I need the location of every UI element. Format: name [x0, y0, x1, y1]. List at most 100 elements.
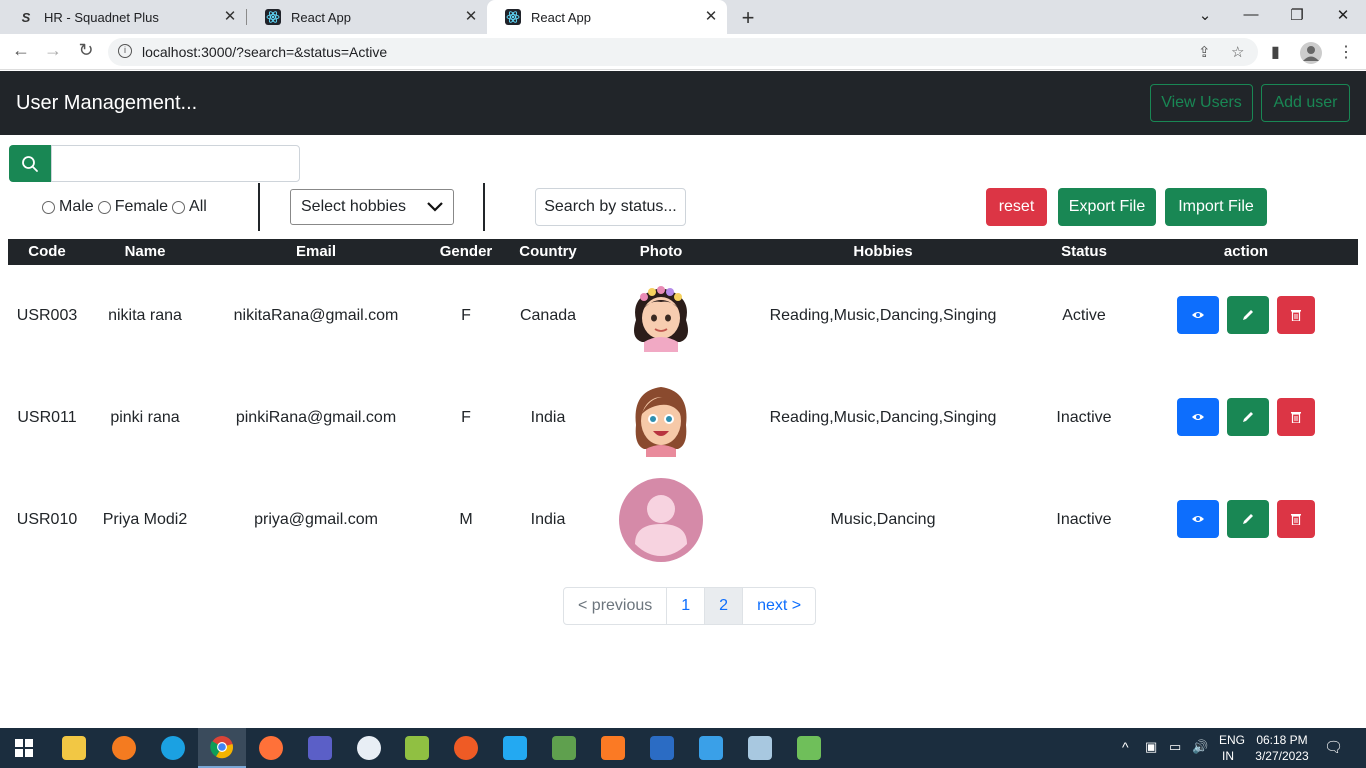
share-icon[interactable]: ⇪ — [1198, 43, 1211, 61]
firefox-icon[interactable] — [247, 728, 295, 768]
cell-name: pinki rana — [110, 409, 180, 426]
clock-time: 06:18 PM — [1256, 733, 1308, 747]
trash-icon — [1291, 514, 1301, 525]
bookmark-star-icon[interactable]: ☆ — [1231, 43, 1244, 61]
meet-now-icon[interactable]: ▣ — [1145, 739, 1157, 755]
windows-logo-icon — [15, 739, 33, 757]
export-file-button[interactable]: Export File — [1058, 188, 1156, 226]
view-user-button[interactable] — [1177, 296, 1219, 334]
volume-icon[interactable]: 🔊 — [1192, 739, 1208, 755]
reload-icon[interactable]: ↻ — [75, 40, 97, 61]
view-users-button[interactable]: View Users — [1150, 84, 1253, 122]
cell-status: Inactive — [1056, 409, 1112, 426]
cell-gender: F — [461, 409, 471, 426]
postman-icon[interactable] — [442, 728, 490, 768]
new-tab-icon[interactable]: + — [738, 5, 758, 31]
back-icon[interactable]: ← — [10, 40, 32, 61]
n-app-icon[interactable] — [100, 728, 148, 768]
language-indicator[interactable]: ENG IN — [1219, 733, 1245, 763]
app-navbar: User Management... View Users Add user — [0, 71, 1366, 135]
previous-page-button[interactable]: < previous — [564, 588, 668, 624]
reset-button[interactable]: reset — [986, 188, 1047, 226]
table-row: USR010 Priya Modi2 priya@gmail.com M Ind… — [8, 469, 1358, 571]
vscode-icon[interactable] — [491, 728, 539, 768]
file-explorer-icon[interactable] — [50, 728, 98, 768]
notifications-icon[interactable]: 🗨 — [1324, 738, 1343, 756]
gender-radio-male[interactable] — [42, 200, 55, 214]
profile-avatar-icon[interactable] — [1300, 42, 1322, 69]
start-button[interactable] — [0, 728, 48, 768]
import-file-button[interactable]: Import File — [1165, 188, 1267, 226]
xampp-icon[interactable] — [589, 728, 637, 768]
notes-app-icon[interactable] — [736, 728, 784, 768]
network-app-icon[interactable] — [638, 728, 686, 768]
cell-code: USR010 — [16, 511, 78, 528]
browser-tab-react-1[interactable]: React App ✕ — [247, 0, 487, 34]
tray-overflow-icon[interactable]: ^ — [1122, 739, 1129, 755]
gender-radio-female[interactable] — [97, 200, 111, 214]
eye-icon — [1192, 414, 1204, 420]
page-2-button[interactable]: 2 — [705, 588, 744, 624]
search-button[interactable] — [9, 145, 51, 182]
react-icon — [265, 9, 281, 25]
mail-app-icon[interactable] — [345, 728, 393, 768]
cell-hobbies: Music,Dancing — [830, 511, 936, 528]
notepad-plus-icon[interactable] — [393, 728, 441, 768]
chrome-icon[interactable] — [198, 728, 246, 768]
close-window-icon[interactable]: ✕ — [1333, 6, 1353, 24]
edge-icon[interactable] — [149, 728, 197, 768]
site-info-icon[interactable]: i — [118, 44, 132, 58]
cell-country: India — [530, 511, 566, 528]
add-user-button[interactable]: Add user — [1261, 84, 1350, 122]
pencil-icon — [1243, 310, 1253, 320]
browser-menu-icon[interactable]: ⋮ — [1338, 42, 1354, 62]
minimize-icon[interactable]: — — [1241, 6, 1261, 23]
status-search-button[interactable]: Search by status... — [535, 188, 686, 226]
nodejs-icon[interactable] — [540, 728, 588, 768]
header-action: action — [1223, 243, 1269, 260]
browser-tab-react-active[interactable]: React App ✕ — [487, 0, 727, 34]
close-tab-icon[interactable]: ✕ — [222, 9, 238, 25]
search-input[interactable] — [51, 145, 300, 182]
next-page-button[interactable]: next > — [743, 588, 815, 624]
table-row: USR003 nikita rana nikitaRana@gmail.com … — [8, 265, 1358, 367]
trash-icon — [1291, 412, 1301, 423]
page-1-button[interactable]: 1 — [667, 588, 706, 624]
delete-user-button[interactable] — [1277, 500, 1315, 538]
bolt-app-icon[interactable] — [687, 728, 735, 768]
restore-icon[interactable]: ❐ — [1287, 6, 1307, 24]
header-photo: Photo — [639, 243, 683, 260]
eye-icon — [1192, 312, 1204, 318]
clock[interactable]: 06:18 PM 3/27/2023 — [1255, 733, 1309, 763]
header-hobbies: Hobbies — [853, 243, 913, 260]
edit-user-button[interactable] — [1227, 296, 1269, 334]
view-user-button[interactable] — [1177, 500, 1219, 538]
clock-date: 3/27/2023 — [1255, 749, 1309, 763]
address-bar[interactable]: i localhost:3000/?search=&status=Active … — [108, 38, 1258, 66]
filter-divider — [483, 183, 485, 231]
network-icon[interactable]: ▭ — [1169, 739, 1181, 755]
forward-icon[interactable]: → — [42, 40, 64, 61]
edit-user-button[interactable] — [1227, 398, 1269, 436]
app-brand[interactable]: User Management... — [16, 92, 197, 115]
cell-email: pinkiRana@gmail.com — [235, 409, 397, 426]
delete-user-button[interactable] — [1277, 296, 1315, 334]
gender-radio-all[interactable] — [172, 200, 186, 214]
tab-title: React App — [291, 9, 351, 25]
close-tab-icon[interactable]: ✕ — [463, 9, 479, 25]
table-row: USR011 pinki rana pinkiRana@gmail.com F … — [8, 367, 1358, 469]
browser-tab-hr[interactable]: S HR - Squadnet Plus ✕ — [0, 0, 246, 34]
close-tab-icon[interactable]: ✕ — [703, 9, 719, 25]
teams-icon[interactable] — [296, 728, 344, 768]
search-icon — [22, 155, 38, 172]
region-code: IN — [1222, 749, 1234, 763]
delete-user-button[interactable] — [1277, 398, 1315, 436]
side-panel-icon[interactable]: ▮ — [1271, 42, 1280, 62]
hobbies-select[interactable]: Select hobbies — [290, 189, 454, 225]
spreadsheet-app-icon[interactable] — [785, 728, 833, 768]
edit-user-button[interactable] — [1227, 500, 1269, 538]
table-header: Code Name Email Gender Country Photo Hob… — [8, 239, 1358, 265]
tab-search-chevron-icon[interactable]: ⌄ — [1195, 6, 1215, 24]
view-user-button[interactable] — [1177, 398, 1219, 436]
header-name: Name — [124, 243, 166, 260]
